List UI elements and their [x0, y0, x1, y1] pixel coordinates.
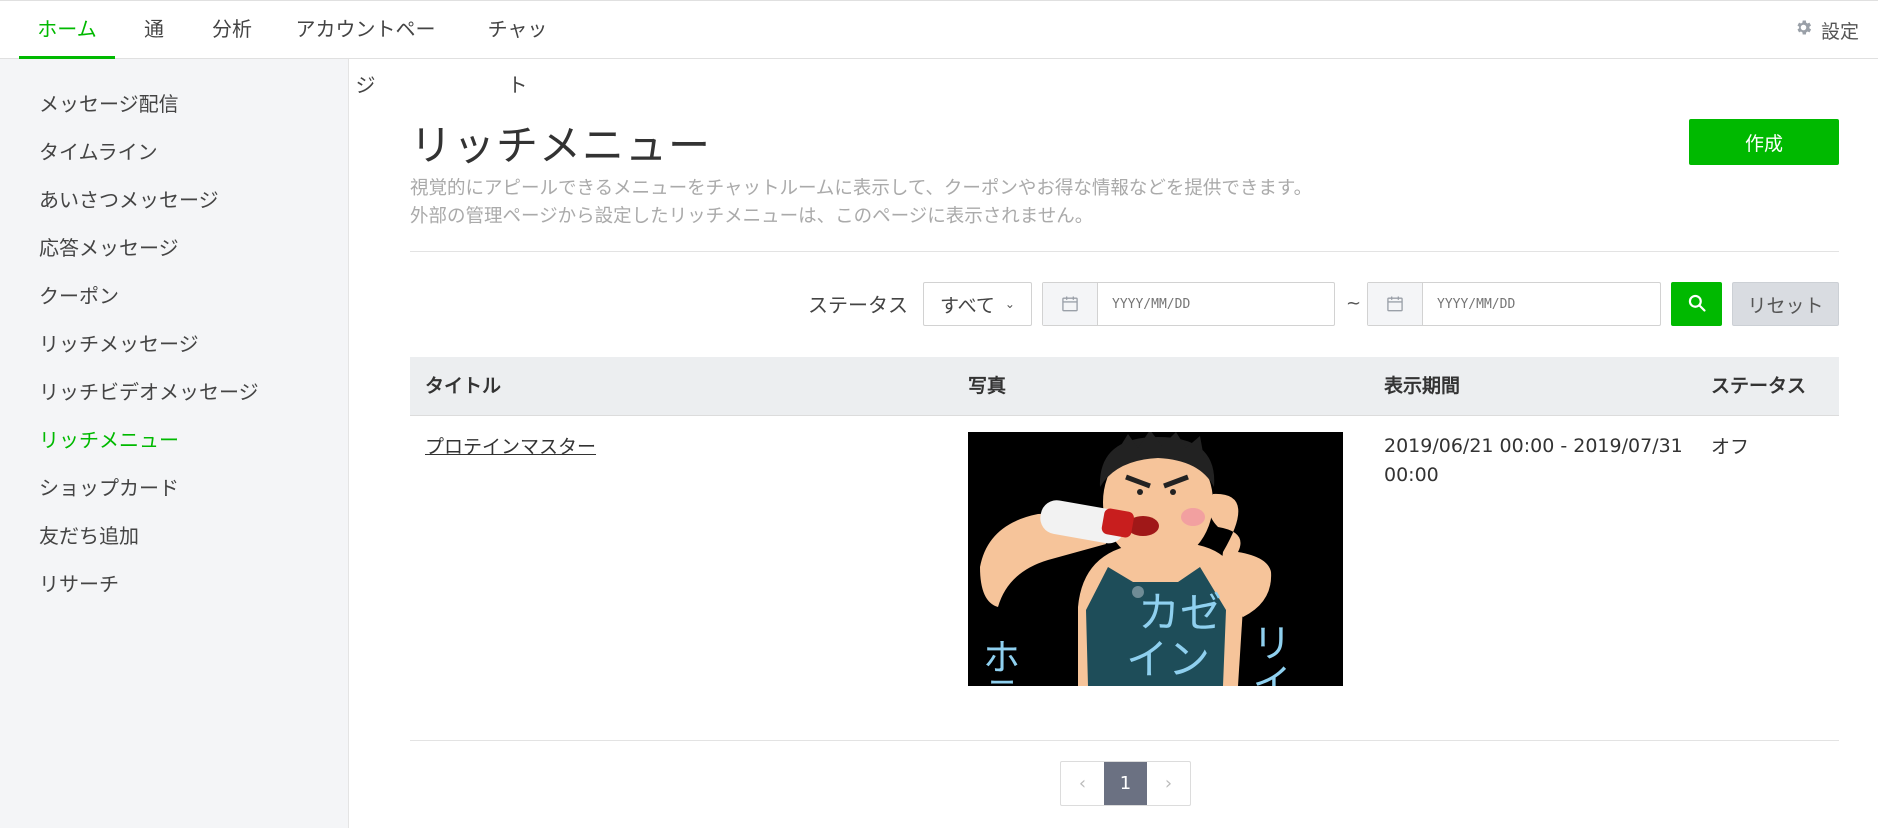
rich-menu-photo[interactable]: ホテ カゼ イン リイ	[968, 432, 1343, 686]
tab-home[interactable]: ホーム	[19, 1, 115, 59]
sidebar-item-timeline[interactable]: タイムライン	[39, 136, 158, 165]
sidebar-item-auto-reply[interactable]: 応答メッセージ	[39, 232, 179, 261]
table-header: タイトル 写真 表示期間 ステータス	[410, 357, 1839, 416]
create-button[interactable]: 作成	[1689, 119, 1839, 165]
sidebar-item-rich-message[interactable]: リッチメッセージ	[39, 328, 199, 357]
reset-button[interactable]: リセット	[1732, 282, 1839, 326]
rich-menu-title-link[interactable]: プロテインマスター	[425, 432, 596, 459]
photo-text-right: リイ	[1245, 622, 1291, 686]
calendar-icon[interactable]	[1043, 283, 1098, 325]
date-range-separator: ~	[1346, 293, 1362, 314]
search-icon	[1687, 293, 1707, 316]
sidebar-item-rich-video-message[interactable]: リッチビデオメッセージ	[39, 376, 259, 405]
page-title: リッチメニュー	[410, 121, 712, 170]
tab-account-page[interactable]: アカウントページ	[289, 1, 442, 97]
sidebar-item-shop-card[interactable]: ショップカード	[39, 472, 179, 501]
tab-chat[interactable]: チャット	[479, 1, 556, 97]
tab-analytics[interactable]: 分析	[212, 1, 252, 59]
sidebar-item-rich-menu[interactable]: リッチメニュー	[39, 424, 179, 453]
divider	[410, 740, 1839, 741]
chevron-down-icon: ⌄	[1004, 297, 1015, 311]
column-header-photo: 写真	[968, 375, 1007, 397]
photo-text-left: ホテ	[976, 637, 1020, 686]
sidebar: メッセージ配信 タイムライン あいさつメッセージ 応答メッセージ クーポン リッ…	[0, 59, 349, 828]
sidebar-item-research[interactable]: リサーチ	[39, 568, 119, 597]
sidebar-item-add-friends[interactable]: 友だち追加	[39, 520, 139, 549]
sidebar-item-message-delivery[interactable]: メッセージ配信	[39, 88, 179, 117]
protein-man-illustration: ホテ カゼ イン リイ	[968, 432, 1343, 686]
calendar-icon[interactable]	[1368, 283, 1423, 325]
period-line-2: 00:00	[1384, 464, 1439, 486]
status-value: オフ	[1711, 436, 1750, 458]
description-line-1: 視覚的にアピールできるメニューをチャットルームに表示して、クーポンやお得な情報な…	[410, 178, 1313, 199]
next-page-button[interactable]: ›	[1147, 762, 1190, 805]
gear-icon	[1794, 18, 1813, 42]
sidebar-item-coupon[interactable]: クーポン	[39, 280, 119, 309]
pagination: ‹ 1 ›	[1060, 761, 1191, 806]
period-line-1: 2019/06/21 00:00 - 2019/07/31	[1384, 435, 1683, 457]
top-nav: ホーム 通知 分析 アカウントページ チャット 設定	[0, 0, 1878, 97]
column-header-status: ステータス	[1711, 375, 1807, 397]
column-header-title: タイトル	[425, 375, 502, 397]
page-number-current[interactable]: 1	[1104, 762, 1147, 805]
divider	[410, 251, 1839, 252]
prev-page-button[interactable]: ‹	[1061, 762, 1104, 805]
settings-label: 設定	[1820, 20, 1859, 43]
tab-notifications[interactable]: 通知	[135, 1, 173, 97]
search-button[interactable]	[1671, 282, 1722, 326]
status-select-value: すべて	[940, 294, 995, 317]
photo-text-center-bottom: イン	[1126, 635, 1210, 684]
date-to-input[interactable]	[1423, 283, 1660, 325]
date-from-input[interactable]	[1098, 283, 1334, 325]
photo-text-center-top: カゼ	[1138, 588, 1222, 637]
column-header-period: 表示期間	[1384, 375, 1461, 397]
description-line-2: 外部の管理ページから設定したリッチメニューは、このページに表示されません。	[410, 206, 1094, 227]
status-filter-label: ステータス	[808, 293, 908, 317]
status-select[interactable]: すべて ⌄	[923, 282, 1032, 326]
sidebar-item-greeting-message[interactable]: あいさつメッセージ	[39, 184, 219, 213]
date-to-field[interactable]	[1367, 282, 1661, 326]
display-period: 2019/06/21 00:00 - 2019/07/31 00:00	[1384, 432, 1683, 490]
date-from-field[interactable]	[1042, 282, 1335, 326]
settings-link[interactable]: 設定	[1794, 1, 1859, 59]
page-description: 視覚的にアピールできるメニューをチャットルームに表示して、クーポンやお得な情報な…	[410, 175, 1312, 231]
